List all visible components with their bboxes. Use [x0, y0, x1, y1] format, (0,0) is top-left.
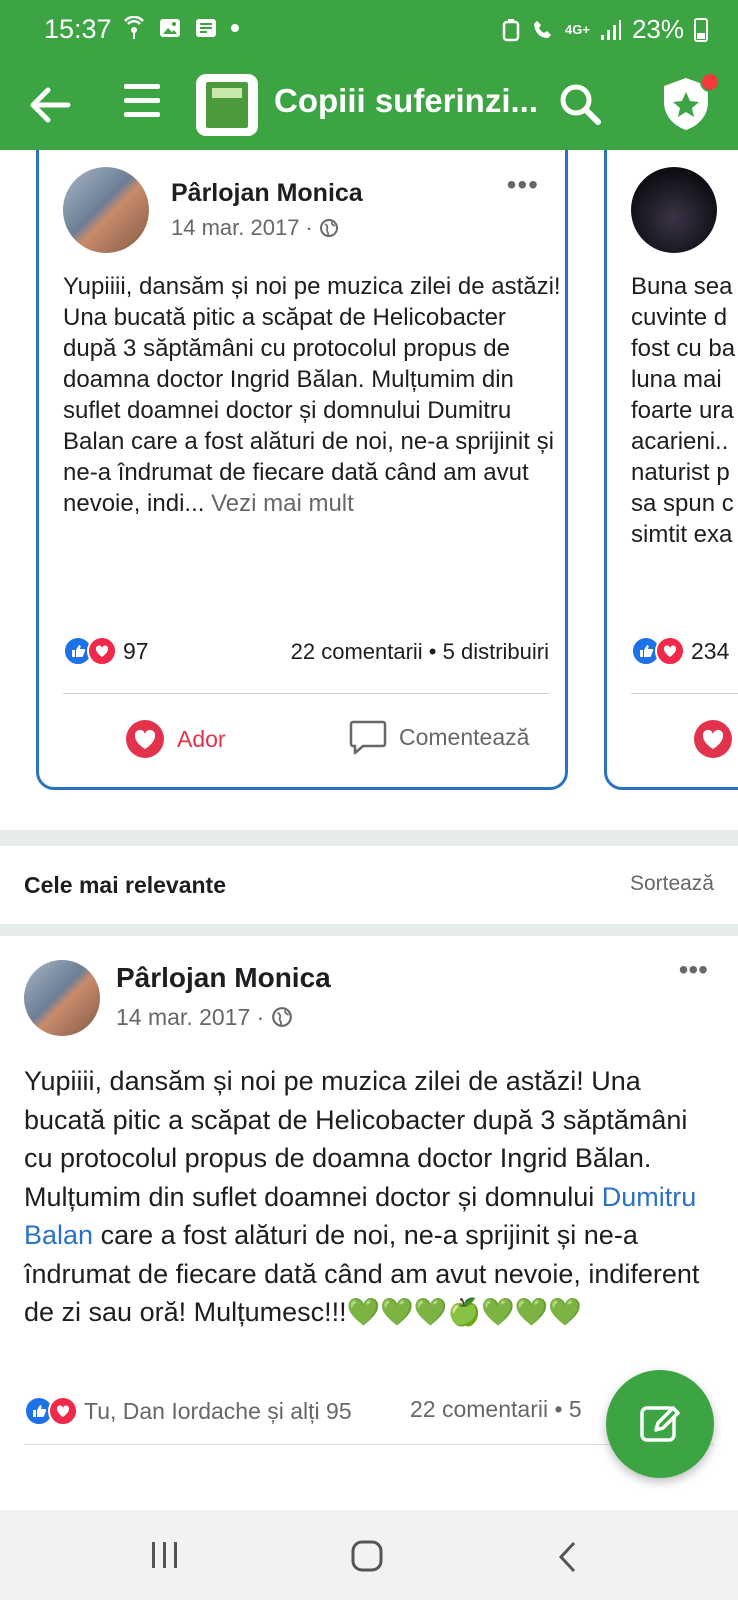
featured-post-card[interactable]: Pârlojan Monica 14 mar. 2017 · ••• Yupii…	[36, 150, 568, 790]
globe-icon	[320, 219, 338, 237]
comment-icon	[349, 720, 387, 755]
app-header: 15:37 4G+ 23% Copiii suferinzi...	[0, 0, 738, 150]
status-bar: 15:37 4G+ 23%	[0, 0, 738, 62]
status-time: 15:37	[44, 14, 112, 44]
status-right: 4G+ 23%	[501, 14, 708, 45]
comments-shares-count[interactable]: 22 comentarii • 5 distribuiri	[291, 639, 549, 665]
avatar[interactable]	[63, 167, 149, 253]
post-date-text: 14 mar. 2017 ·	[116, 1004, 265, 1030]
recent-apps-icon[interactable]	[148, 1540, 182, 1570]
system-navigation-bar	[0, 1510, 738, 1600]
avatar[interactable]	[631, 167, 717, 253]
sort-button[interactable]: Sortează	[630, 872, 714, 896]
reactions-summary[interactable]: Tu, Dan Iordache și alți 95	[24, 1396, 352, 1426]
post-date: 14 mar. 2017 ·	[116, 1004, 293, 1031]
post-text: Yupiiii, dansăm și noi pe muzica zilei d…	[24, 1062, 720, 1332]
news-icon	[196, 19, 216, 37]
comments-shares-count[interactable]: 22 comentarii • 5	[410, 1396, 582, 1423]
love-button[interactable]	[693, 719, 733, 759]
notification-dot	[700, 72, 720, 92]
post-date-text: 14 mar. 2017 ·	[171, 215, 313, 240]
network-type: 4G+	[565, 22, 590, 37]
call-icon	[534, 20, 552, 38]
highlight-carousel[interactable]: Pârlojan Monica 14 mar. 2017 · ••• Yupii…	[0, 150, 738, 790]
globe-icon	[271, 1007, 292, 1027]
battery-percent: 23%	[631, 14, 684, 44]
back-icon[interactable]	[556, 1540, 580, 1574]
reactions-summary[interactable]: 234	[631, 636, 729, 666]
menu-icon[interactable]	[124, 84, 160, 124]
home-icon[interactable]	[350, 1540, 384, 1572]
status-left-icons	[122, 16, 240, 40]
post-text-part: Yupiiii, dansăm și noi pe muzica zilei d…	[24, 1066, 688, 1212]
reactions-summary[interactable]: 97	[63, 636, 149, 666]
section-divider	[0, 924, 738, 936]
author-name[interactable]: Pârlojan Monica	[171, 179, 363, 208]
edit-icon	[640, 1406, 680, 1442]
alarm-icon	[502, 18, 520, 41]
gallery-icon	[160, 19, 180, 37]
search-icon[interactable]	[556, 80, 604, 128]
hotspot-icon	[124, 16, 144, 39]
reaction-count: 97	[123, 637, 149, 664]
sort-title: Cele mai relevante	[24, 872, 227, 898]
toolbar: Copiii suferinzi...	[0, 62, 738, 150]
love-icon	[126, 720, 164, 758]
love-icon	[48, 1396, 78, 1426]
reaction-names: Tu, Dan Iordache și alți 95	[84, 1397, 352, 1424]
group-thumbnail[interactable]	[196, 74, 258, 136]
next-post-card[interactable]: Buna sea cuvinte d fost cu ba luna mai f…	[604, 150, 738, 790]
divider	[63, 693, 549, 694]
love-label: Ador	[177, 725, 226, 752]
divider	[631, 693, 738, 694]
post-date: 14 mar. 2017 ·	[171, 215, 339, 241]
more-options-icon[interactable]: •••	[679, 954, 708, 986]
avatar[interactable]	[24, 960, 100, 1036]
battery-icon	[694, 17, 708, 42]
love-icon	[87, 636, 117, 666]
comment-label: Comentează	[399, 723, 530, 750]
see-more-link[interactable]: Vezi mai mult	[204, 490, 354, 517]
love-button[interactable]: Ador	[125, 719, 226, 759]
reaction-count: 234	[691, 637, 730, 664]
comment-button[interactable]: Comentează	[349, 719, 529, 755]
dot-icon	[231, 24, 239, 32]
author-name[interactable]: Pârlojan Monica	[116, 962, 331, 994]
love-icon	[655, 636, 685, 666]
post-text[interactable]: Buna sea cuvinte d fost cu ba luna mai f…	[631, 271, 738, 550]
more-options-icon[interactable]: •••	[507, 169, 539, 201]
section-divider	[0, 830, 738, 846]
love-icon	[694, 720, 732, 758]
post-text-body: Yupiiii, dansăm și noi pe muzica zilei d…	[63, 273, 561, 517]
sort-bar: Cele mai relevante Sortează	[0, 846, 738, 924]
signal-icon	[600, 19, 621, 40]
post-text[interactable]: Yupiiii, dansăm și noi pe muzica zilei d…	[63, 271, 563, 519]
back-arrow-icon[interactable]	[24, 80, 74, 130]
compose-button[interactable]	[606, 1370, 714, 1478]
emoji-run: 💚💚💚🍏💚💚💚	[346, 1297, 582, 1327]
page-title[interactable]: Copiii suferinzi...	[274, 82, 538, 120]
